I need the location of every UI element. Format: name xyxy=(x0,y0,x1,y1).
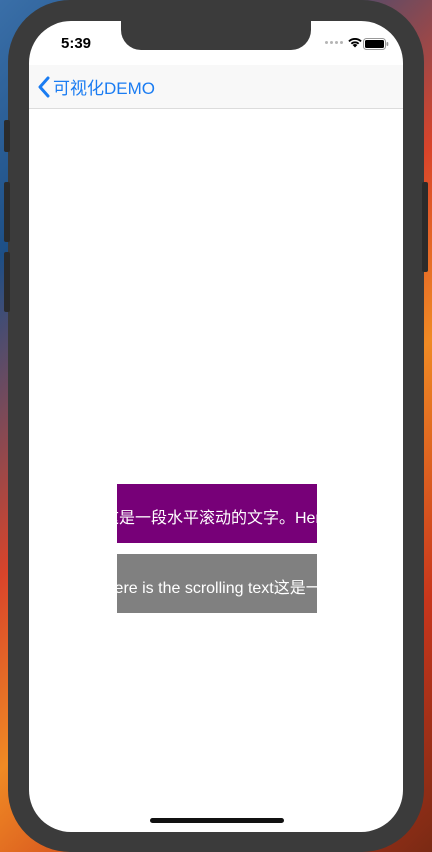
phone-frame: 5:39 可视化DEMO 是一段水平滚动的文字。He ere is the sc… xyxy=(4,0,428,852)
navigation-bar: 可视化DEMO xyxy=(29,65,403,109)
status-time: 5:39 xyxy=(61,35,92,52)
chevron-left-icon xyxy=(38,76,50,97)
volume-up-button xyxy=(4,182,10,242)
home-indicator[interactable] xyxy=(150,818,284,823)
marquee-gray: Here is the scrolling text这是一段水平滚动的文字。 xyxy=(117,554,317,613)
silent-switch xyxy=(4,120,10,152)
marquee-text: Here is the scrolling text这是一段水平滚动的文字。 xyxy=(117,580,317,597)
battery-icon xyxy=(363,38,389,50)
marquee-text: 这是一段水平滚动的文字。Here is the scrolling text xyxy=(117,510,317,527)
content-area: 这是一段水平滚动的文字。Here is the scrolling text H… xyxy=(29,109,403,832)
signal-dots-icon xyxy=(325,41,343,44)
notch xyxy=(121,21,311,50)
volume-down-button xyxy=(4,252,10,312)
marquee-purple: 这是一段水平滚动的文字。Here is the scrolling text xyxy=(117,484,317,543)
screen: 5:39 可视化DEMO 是一段水平滚动的文字。He ere is the sc… xyxy=(29,21,403,832)
side-button xyxy=(422,182,428,272)
wifi-icon xyxy=(348,37,362,48)
back-button-label: 可视化DEMO xyxy=(53,79,155,98)
back-button[interactable]: 可视化DEMO xyxy=(37,74,155,99)
